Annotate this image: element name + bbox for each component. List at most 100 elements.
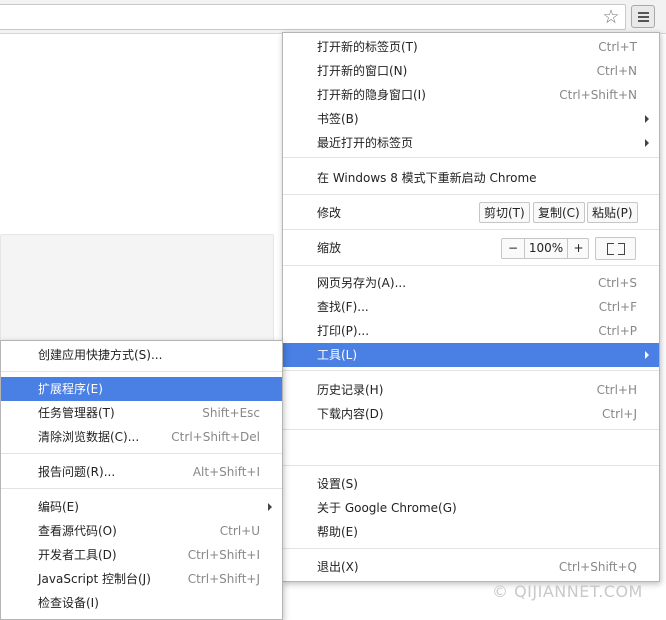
submenu-item-inspect-devices[interactable]: 检查设备(I): [1, 591, 282, 615]
zoom-level: 100%: [528, 241, 564, 255]
menu-item-label: 下载内容(D): [317, 407, 384, 421]
menu-item-shortcut: Ctrl+T: [598, 40, 637, 54]
menu-separator: [283, 194, 659, 195]
zoom-control: − 100% +: [501, 238, 589, 259]
menu-item-label: 书签(B): [317, 112, 359, 126]
submenu-item-extensions[interactable]: 扩展程序(E): [1, 377, 282, 401]
menu-item-shortcut: Ctrl+Shift+Q: [558, 560, 637, 574]
menu-item-label: 查看源代码(O): [38, 524, 117, 538]
paste-button[interactable]: 粘贴(P): [587, 202, 638, 223]
menu-item-new-tab[interactable]: 打开新的标签页(T) Ctrl+T: [283, 35, 659, 59]
submenu-item-view-source[interactable]: 查看源代码(O) Ctrl+U: [1, 519, 282, 543]
submenu-arrow-icon: [645, 139, 649, 147]
menu-item-shortcut: Shift+Esc: [202, 406, 260, 420]
menu-item-label: 报告问题(R)...: [38, 465, 116, 479]
menu-item-label: 历史记录(H): [317, 383, 384, 397]
submenu-item-js-console[interactable]: JavaScript 控制台(J) Ctrl+Shift+J: [1, 567, 282, 591]
menu-item-shortcut: Ctrl+J: [602, 407, 637, 421]
menu-item-shortcut: Ctrl+N: [596, 64, 637, 78]
menu-item-label: 打开新的标签页(T): [317, 40, 418, 54]
chrome-menu-button[interactable]: [631, 5, 655, 28]
menu-item-settings[interactable]: 设置(S): [283, 472, 659, 496]
chrome-main-menu: 打开新的标签页(T) Ctrl+T 打开新的窗口(N) Ctrl+N 打开新的隐…: [282, 32, 660, 582]
menu-item-exit[interactable]: 退出(X) Ctrl+Shift+Q: [283, 555, 659, 579]
submenu-item-encoding[interactable]: 编码(E): [1, 495, 282, 519]
menu-item-incognito-window[interactable]: 打开新的隐身窗口(I) Ctrl+Shift+N: [283, 83, 659, 107]
menu-item-shortcut: Ctrl+F: [598, 300, 637, 314]
menu-item-label: 开发者工具(D): [38, 548, 117, 562]
menu-separator: [1, 453, 282, 454]
menu-item-bookmarks[interactable]: 书签(B): [283, 107, 659, 131]
menu-separator: [283, 370, 659, 371]
menu-item-downloads[interactable]: 下载内容(D) Ctrl+J: [283, 402, 659, 426]
menu-item-recent-tabs[interactable]: 最近打开的标签页: [283, 131, 659, 155]
menu-separator: [1, 488, 282, 489]
menu-row-edit: 修改 剪切(T) 复制(C) 粘贴(P): [283, 200, 659, 227]
menu-item-label: 最近打开的标签页: [317, 136, 414, 150]
menu-item-history[interactable]: 历史记录(H) Ctrl+H: [283, 378, 659, 402]
hamburger-menu-icon: [638, 12, 649, 14]
menu-item-relaunch-win8[interactable]: 在 Windows 8 模式下重新启动 Chrome: [283, 166, 659, 190]
menu-item-label: 退出(X): [317, 560, 359, 574]
menu-item-shortcut: Ctrl+P: [598, 324, 637, 338]
menu-item-shortcut: Alt+Shift+I: [192, 465, 260, 479]
menu-item-shortcut: Ctrl+U: [219, 524, 260, 538]
menu-item-find[interactable]: 查找(F)... Ctrl+F: [283, 295, 659, 319]
page-content-panel: [0, 234, 274, 346]
menu-item-tools[interactable]: 工具(L): [283, 343, 659, 367]
submenu-arrow-icon: [645, 115, 649, 123]
menu-item-label: 在 Windows 8 模式下重新启动 Chrome: [317, 171, 537, 185]
menu-item-label: 清除浏览数据(C)...: [38, 430, 140, 444]
menu-separator: [283, 429, 659, 430]
menu-item-label: 网页另存为(A)...: [317, 276, 407, 290]
menu-item-save-as[interactable]: 网页另存为(A)... Ctrl+S: [283, 271, 659, 295]
menu-item-label: 任务管理器(T): [38, 406, 115, 420]
menu-item-label: 检查设备(I): [38, 596, 99, 610]
menu-item-shortcut: Ctrl+Shift+J: [187, 572, 260, 586]
zoom-out-button[interactable]: −: [502, 239, 525, 258]
menu-item-label: JavaScript 控制台(J): [38, 572, 151, 586]
browser-toolbar: ☆: [0, 0, 666, 34]
menu-item-about[interactable]: 关于 Google Chrome(G): [283, 496, 659, 520]
menu-item-label: 设置(S): [317, 477, 358, 491]
watermark: © QIJIANNET.COM: [492, 582, 643, 601]
menu-item-print[interactable]: 打印(P)... Ctrl+P: [283, 319, 659, 343]
tools-submenu: 创建应用快捷方式(S)... 扩展程序(E) 任务管理器(T) Shift+Es…: [0, 340, 283, 620]
menu-separator: [1, 371, 282, 372]
menu-item-label: 缩放: [317, 241, 342, 255]
menu-item-label: 打印(P)...: [317, 324, 370, 338]
cut-button[interactable]: 剪切(T): [479, 202, 530, 223]
menu-row-zoom: 缩放 − 100% +: [283, 235, 659, 262]
menu-item-new-window[interactable]: 打开新的窗口(N) Ctrl+N: [283, 59, 659, 83]
menu-separator: [283, 465, 659, 466]
submenu-item-clear-data[interactable]: 清除浏览数据(C)... Ctrl+Shift+Del: [1, 425, 282, 449]
menu-item-label: 修改: [317, 206, 342, 220]
menu-item-label: 工具(L): [317, 348, 358, 362]
menu-item-shortcut: Ctrl+Shift+N: [559, 88, 637, 102]
menu-separator: [283, 265, 659, 266]
menu-separator: [283, 229, 659, 230]
submenu-arrow-icon: [645, 351, 649, 359]
menu-item-label: 打开新的窗口(N): [317, 64, 408, 78]
fullscreen-button[interactable]: [595, 237, 636, 260]
zoom-in-button[interactable]: +: [567, 239, 589, 258]
menu-item-shortcut: Ctrl+Shift+Del: [171, 430, 260, 444]
submenu-item-devtools[interactable]: 开发者工具(D) Ctrl+Shift+I: [1, 543, 282, 567]
menu-item-label: 创建应用快捷方式(S)...: [38, 348, 163, 362]
submenu-arrow-icon: [268, 503, 272, 511]
submenu-item-report-issue[interactable]: 报告问题(R)... Alt+Shift+I: [1, 460, 282, 484]
menu-item-shortcut: Ctrl+S: [597, 276, 637, 290]
menu-item-label: 帮助(E): [317, 525, 358, 539]
copy-button[interactable]: 复制(C): [533, 202, 585, 223]
menu-separator: [283, 157, 659, 158]
submenu-item-create-shortcut[interactable]: 创建应用快捷方式(S)...: [1, 343, 282, 367]
bookmark-star-icon[interactable]: ☆: [600, 6, 622, 28]
menu-item-label: 关于 Google Chrome(G): [317, 501, 457, 515]
menu-item-shortcut: Ctrl+H: [596, 383, 637, 397]
menu-item-label: 打开新的隐身窗口(I): [317, 88, 426, 102]
menu-separator: [283, 548, 659, 549]
menu-item-help[interactable]: 帮助(E): [283, 520, 659, 544]
submenu-item-task-manager[interactable]: 任务管理器(T) Shift+Esc: [1, 401, 282, 425]
menu-item-shortcut: Ctrl+Shift+I: [187, 548, 260, 562]
omnibox[interactable]: [0, 4, 626, 30]
